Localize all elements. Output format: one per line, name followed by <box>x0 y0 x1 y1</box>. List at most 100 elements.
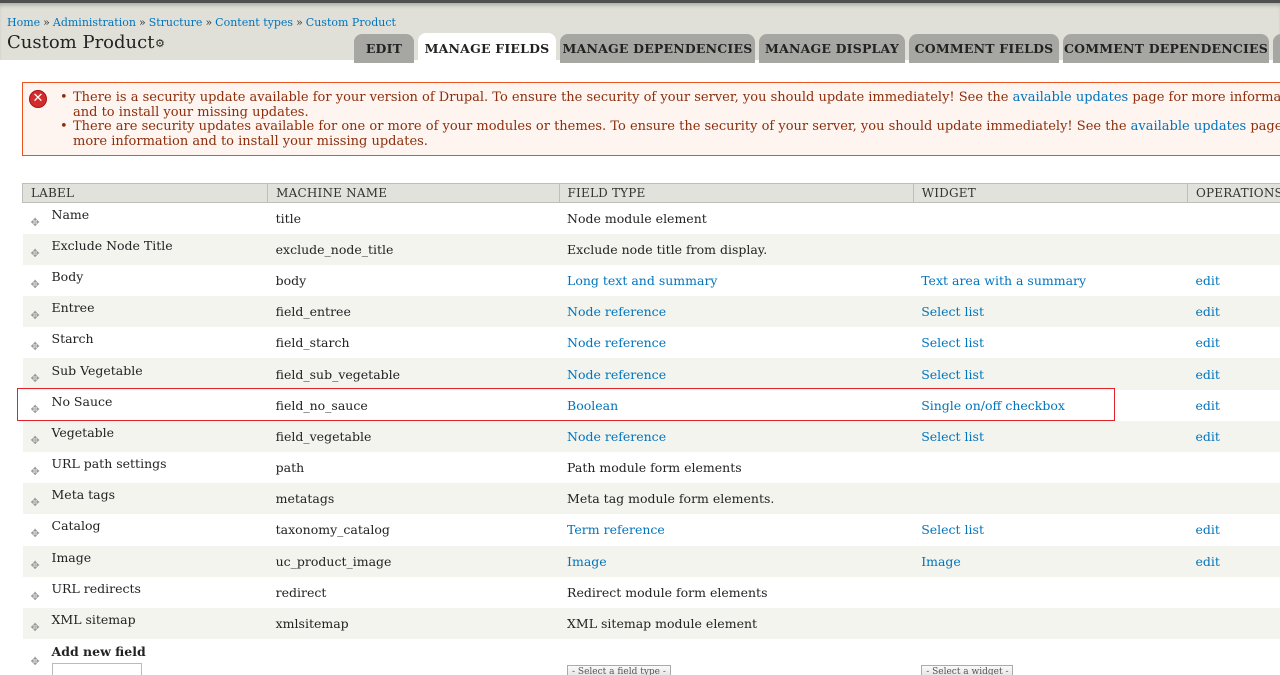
label-cell: ✥Name <box>23 203 268 234</box>
edit-link[interactable]: edit <box>1195 273 1219 288</box>
widget-select[interactable]: - Select a widget - <box>921 665 1013 675</box>
available-updates-link[interactable]: available updates <box>1013 90 1129 105</box>
field-type-cell: Node module element <box>559 203 913 234</box>
field-type-text: XML sitemap module element <box>567 616 757 631</box>
field-type-cell: Redirect module form elements <box>559 577 913 608</box>
breadcrumb-administration[interactable]: Administration <box>53 16 136 29</box>
field-type-text: Exclude node title from display. <box>567 242 767 257</box>
machine-name-cell: exclude_node_title <box>268 234 559 265</box>
page-title: Custom Product <box>7 32 154 53</box>
breadcrumb-separator: » <box>43 16 50 29</box>
tab-comment-dependencies[interactable]: COMMENT DEPENDENCIES <box>1063 34 1269 63</box>
table-row: ✥No Saucefield_no_sauceBooleanSingle on/… <box>23 390 1280 421</box>
tab-manage-fields[interactable]: MANAGE FIELDS <box>418 33 556 63</box>
add-new-field-label: Add new field <box>52 644 146 659</box>
field-type-cell: Path module form elements <box>559 452 913 483</box>
widget-cell: Image <box>913 546 1187 577</box>
operations-cell: edit <box>1187 296 1280 327</box>
field-type-link[interactable]: Node reference <box>567 367 666 382</box>
drag-handle-icon[interactable]: ✥ <box>31 372 45 385</box>
edit-link[interactable]: edit <box>1195 335 1219 350</box>
breadcrumb-structure[interactable]: Structure <box>149 16 203 29</box>
field-type-link[interactable]: Node reference <box>567 429 666 444</box>
drag-handle-icon[interactable]: ✥ <box>31 527 45 540</box>
drag-handle-icon[interactable]: ✥ <box>31 496 45 509</box>
field-label: Catalog <box>52 518 101 533</box>
edit-link[interactable]: edit <box>1195 304 1219 319</box>
label-cell: ✥Meta tags <box>23 483 268 514</box>
gear-icon[interactable]: ⚙ <box>155 37 165 50</box>
new-field-label-input[interactable] <box>52 663 142 675</box>
machine-name-cell: field_vegetable <box>268 421 559 452</box>
edit-link[interactable]: edit <box>1195 522 1219 537</box>
field-type-link[interactable]: Node reference <box>567 335 666 350</box>
widget-link[interactable]: Select list <box>921 367 984 382</box>
table-row: ✥URL path settingspathPath module form e… <box>23 452 1280 483</box>
field-type-text: Redirect module form elements <box>567 585 767 600</box>
field-type-link[interactable]: Long text and summary <box>567 273 717 288</box>
drag-handle-icon[interactable]: ✥ <box>31 309 45 322</box>
field-type-link[interactable]: Term reference <box>567 522 665 537</box>
field-type-cell: XML sitemap module element <box>559 608 913 639</box>
widget-link[interactable]: Select list <box>921 335 984 350</box>
drag-handle-icon[interactable]: ✥ <box>31 278 45 291</box>
operations-cell: edit <box>1187 327 1280 358</box>
breadcrumb-home[interactable]: Home <box>7 16 40 29</box>
widget-cell: - Select a widget - <box>913 639 1187 675</box>
label-cell: ✥URL redirects <box>23 577 268 608</box>
drag-handle-icon[interactable]: ✥ <box>31 655 45 668</box>
tab-comment-fields[interactable]: COMMENT FIELDS <box>909 34 1059 63</box>
field-type-link[interactable]: Image <box>567 554 607 569</box>
drag-handle-icon[interactable]: ✥ <box>31 340 45 353</box>
machine-name-cell: uc_product_image <box>268 546 559 577</box>
table-row: ✥BodybodyLong text and summaryText area … <box>23 265 1280 296</box>
bullet-icon: • <box>60 120 68 135</box>
drag-handle-icon[interactable]: ✥ <box>31 465 45 478</box>
widget-link[interactable]: Single on/off checkbox <box>921 398 1065 413</box>
field-type-link[interactable]: Node reference <box>567 304 666 319</box>
error-icon: ✕ <box>29 90 47 108</box>
drag-handle-icon[interactable]: ✥ <box>31 403 45 416</box>
label-cell: ✥Body <box>23 265 268 296</box>
widget-cell: Select list <box>913 421 1187 452</box>
drag-handle-icon[interactable]: ✥ <box>31 216 45 229</box>
edit-link[interactable]: edit <box>1195 398 1219 413</box>
table-row: ✥XML sitemapxmlsitemapXML sitemap module… <box>23 608 1280 639</box>
widget-link[interactable]: Image <box>921 554 961 569</box>
drag-handle-icon[interactable]: ✥ <box>31 434 45 447</box>
available-updates-link[interactable]: available updates <box>1131 119 1247 134</box>
drag-handle-icon[interactable]: ✥ <box>31 247 45 260</box>
column-header-label: LABEL <box>23 184 268 203</box>
widget-link[interactable]: Text area with a summary <box>921 273 1086 288</box>
breadcrumb: Home»Administration»Structure»Content ty… <box>7 16 396 29</box>
field-type-cell: Long text and summary <box>559 265 913 296</box>
edit-link[interactable]: edit <box>1195 367 1219 382</box>
label-cell: ✥URL path settings <box>23 452 268 483</box>
drag-handle-icon[interactable]: ✥ <box>31 559 45 572</box>
breadcrumb-custom-product[interactable]: Custom Product <box>306 16 396 29</box>
operations-cell <box>1187 203 1280 234</box>
field-label: No Sauce <box>52 394 113 409</box>
tab-manage-dependencies[interactable]: MANAGE DEPENDENCIES <box>560 34 755 63</box>
field-type-link[interactable]: Boolean <box>567 398 618 413</box>
field-type-select[interactable]: - Select a field type - <box>567 665 671 675</box>
edit-link[interactable]: edit <box>1195 429 1219 444</box>
field-label: Entree <box>52 300 95 315</box>
drag-handle-icon[interactable]: ✥ <box>31 590 45 603</box>
tab-edit[interactable]: EDIT <box>354 34 414 63</box>
widget-link[interactable]: Select list <box>921 522 984 537</box>
label-cell: ✥XML sitemap <box>23 608 268 639</box>
widget-link[interactable]: Select list <box>921 304 984 319</box>
label-cell: ✥ No Sauce <box>23 390 268 421</box>
label-cell: ✥ Add new field <box>23 639 268 675</box>
drag-handle-icon[interactable]: ✥ <box>31 621 45 634</box>
tab-manage-display[interactable]: MANAGE DISPLAY <box>759 34 905 63</box>
widget-link[interactable]: Select list <box>921 429 984 444</box>
table-row: ✥Catalogtaxonomy_catalogTerm referenceSe… <box>23 514 1280 545</box>
edit-link[interactable]: edit <box>1195 554 1219 569</box>
breadcrumb-content-types[interactable]: Content types <box>215 16 293 29</box>
machine-name-cell: redirect <box>268 577 559 608</box>
tab-overflow[interactable] <box>1273 34 1280 63</box>
operations-cell <box>1187 639 1280 675</box>
label-cell: ✥ Catalog <box>23 514 268 545</box>
